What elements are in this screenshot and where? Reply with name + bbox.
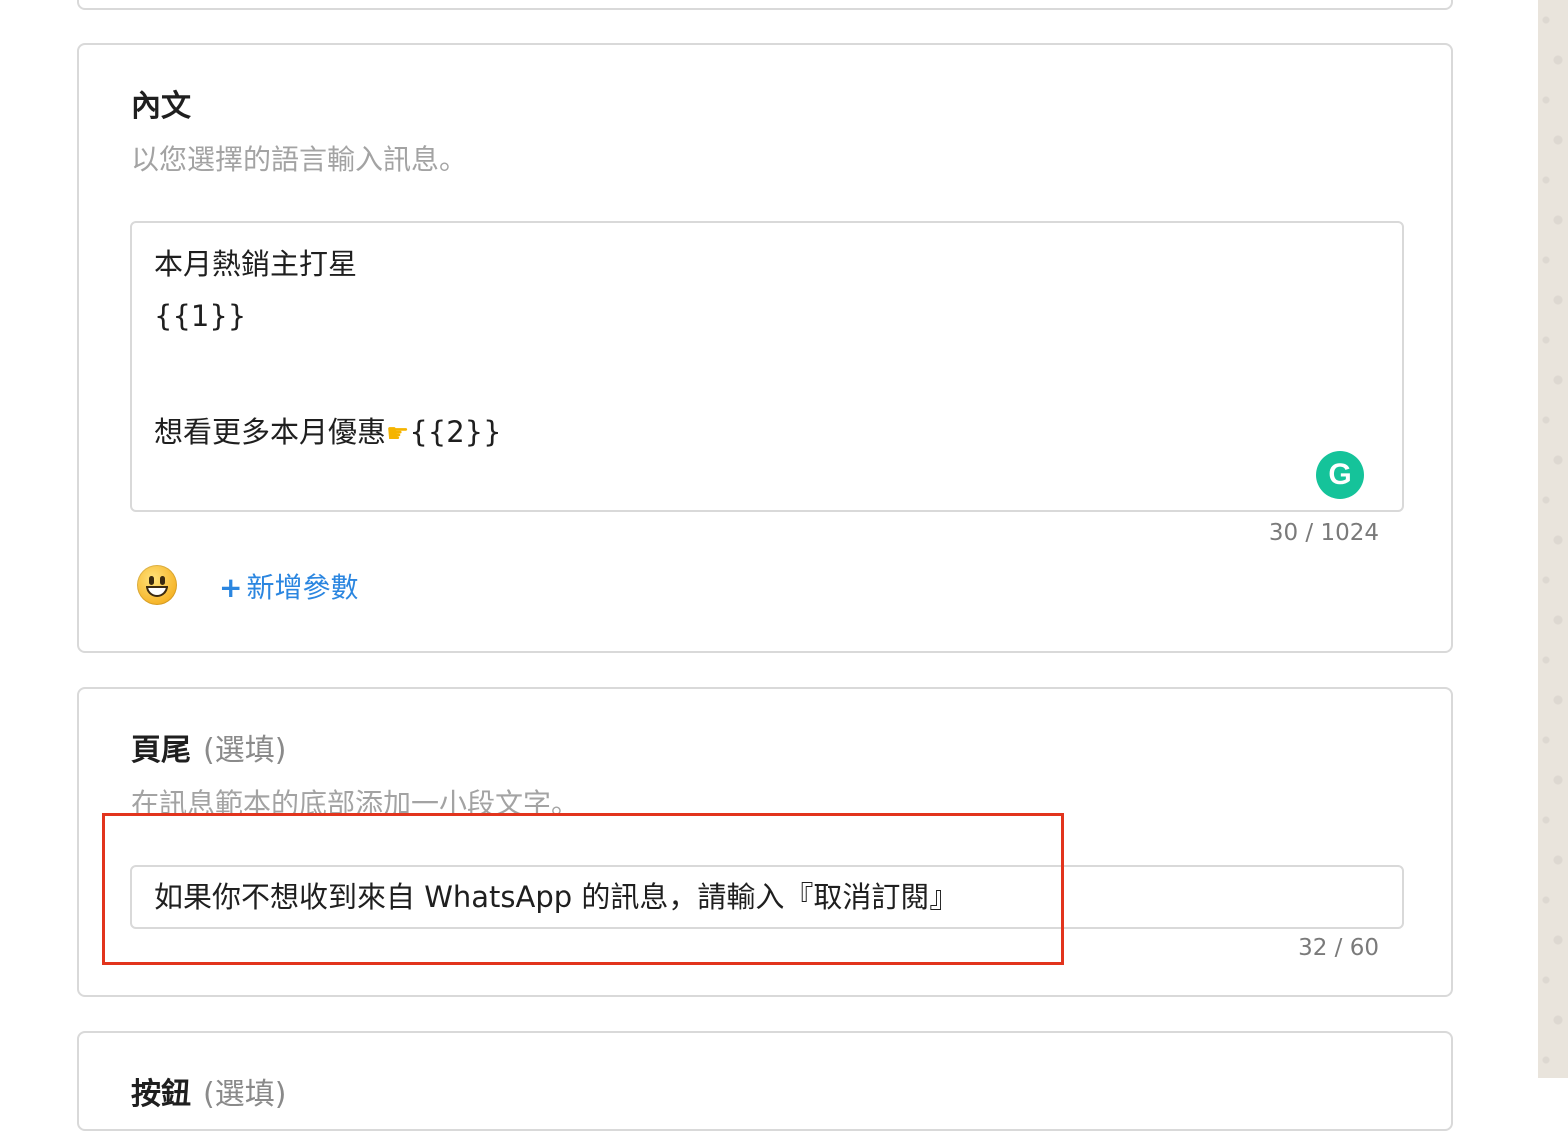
grammarly-icon[interactable]: G <box>1316 451 1364 499</box>
footer-section-card: 頁尾 (選填) 在訊息範本的底部添加一小段文字。 如果你不想收到來自 WhatsA… <box>77 687 1453 997</box>
footer-title-text: 頁尾 <box>131 733 191 768</box>
body-char-counter: 30 / 1024 <box>1268 520 1379 546</box>
body-line-2: {{1}} <box>154 299 247 333</box>
footer-text-input[interactable]: 如果你不想收到來自 WhatsApp 的訊息，請輸入『取消訂閱』 <box>130 865 1404 929</box>
body-section-title: 內文 <box>131 89 191 124</box>
emoji-eye-right <box>160 576 165 585</box>
body-line-1: 本月熱銷主打星 <box>154 247 358 281</box>
body-line-3-param: {{2}} <box>409 415 502 449</box>
chat-wallpaper-strip <box>1538 0 1568 1078</box>
previous-section-card <box>77 0 1453 10</box>
backhand-index-pointing-right-icon: ☛ <box>386 419 410 449</box>
footer-section-description: 在訊息範本的底部添加一小段文字。 <box>131 787 580 820</box>
footer-optional-label: (選填) <box>203 733 287 768</box>
buttons-section-card: 按鈕 (選填) <box>77 1031 1453 1131</box>
body-line-3: 想看更多本月優惠☛{{2}} <box>154 409 502 451</box>
body-section-card: 內文 以您選擇的語言輸入訊息。 本月熱銷主打星 {{1}} 想看更多本月優惠☛{… <box>77 43 1453 653</box>
add-parameter-button[interactable]: + 新增參數 <box>219 566 358 606</box>
body-line-3-text: 想看更多本月優惠 <box>154 415 387 449</box>
body-section-description: 以您選擇的語言輸入訊息。 <box>131 143 468 176</box>
plus-icon: + <box>219 571 243 604</box>
emoji-picker-icon[interactable] <box>137 565 177 605</box>
buttons-section-title: 按鈕 (選填) <box>131 1069 286 1113</box>
emoji-mouth <box>146 586 168 597</box>
footer-char-counter: 32 / 60 <box>1298 935 1379 961</box>
emoji-eye-left <box>149 576 154 585</box>
buttons-optional-label: (選填) <box>203 1077 287 1112</box>
add-parameter-label: 新增參數 <box>246 571 359 604</box>
buttons-title-text: 按鈕 <box>131 1077 191 1112</box>
footer-section-title: 頁尾 (選填) <box>131 725 286 769</box>
body-text-area[interactable]: 本月熱銷主打星 {{1}} 想看更多本月優惠☛{{2}} G <box>130 221 1404 512</box>
